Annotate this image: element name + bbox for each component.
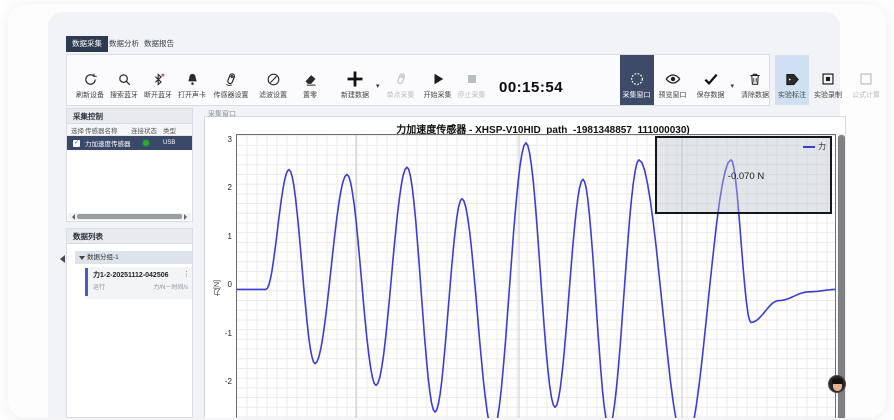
preview-window-button[interactable]: 预览窗口 [654,55,692,105]
scroll-left-arrow-icon[interactable] [69,214,75,220]
data-item-axes: 力/N－时间/s [153,282,188,291]
sensor-table-hscrollbar[interactable] [68,213,191,220]
dial-icon [266,68,281,90]
dashed-circle-icon [629,68,645,90]
bell-icon [185,68,200,90]
elapsed-timer: 00:15:54 [499,79,563,96]
capture-window-button[interactable]: 采集窗口 [620,55,654,105]
collect-control-panel: 采集控制 选择 传感器名称 连接状态 类型 ✓ 力加速度传感器 USB [66,108,193,222]
eraser-icon [303,68,318,90]
hand-icon [393,68,409,90]
legend-line-swatch [803,146,815,148]
sensor-type: USB [163,140,175,146]
collect-control-title: 采集控制 [67,109,192,124]
refresh-device-button[interactable]: 刷新设备 [73,55,107,105]
tab-data-report[interactable]: 数据报告 [138,36,180,52]
refresh-icon [83,68,98,90]
data-group-label: 数据分组-1 [87,254,119,261]
search-icon [117,68,132,90]
data-item-title: 力1-2-20251112-042506 [93,270,169,280]
disconnect-bluetooth-button[interactable]: 断开蓝牙 [141,55,175,105]
data-list-title: 数据列表 [67,229,192,244]
col-conn-status: 连接状态 [131,125,163,135]
legend-series-label: 力 [818,141,826,152]
y-tick-label: -1 [214,329,232,338]
save-data-dropdown-caret[interactable]: ▾ [731,70,735,90]
data-item-menu-icon[interactable]: ⋮ [183,270,190,278]
chevron-down-icon [79,256,85,260]
frame-icon [859,68,873,90]
data-group-row[interactable]: 数据分组-1 [75,251,192,264]
sensor-name: 力加速度传感器 [85,138,135,148]
capture-window-group-label: 采集窗口 [205,109,239,119]
clear-data-button[interactable]: 清除数据 [735,55,775,105]
record-frame-icon [821,68,835,90]
value-annotation: -0.070 N [708,171,784,182]
hscroll-thumb[interactable] [77,214,182,219]
stop-collect-button[interactable]: 停止采集 [455,55,489,105]
avatar-floating-button[interactable] [828,375,846,393]
filter-settings-button[interactable]: 滤波设置 [253,55,293,105]
save-data-button[interactable]: 保存数据 [692,55,730,105]
avatar-hair-icon [832,378,843,384]
play-icon [431,68,445,90]
eye-icon [665,68,681,90]
panel-collapse-handle[interactable] [60,255,65,263]
new-data-button[interactable]: 新建数据 [335,55,375,105]
check-icon [703,68,719,90]
experiment-record-button[interactable]: 实验录制 [809,55,847,105]
sensor-row[interactable]: ✓ 力加速度传感器 USB [67,136,192,150]
sensor-checkbox[interactable]: ✓ [73,140,80,147]
data-item-accent [85,268,88,296]
app-window: 数据采集 数据分析 数据报告 刷新设备 搜索蓝牙 断开蓝牙 打开声卡 传感器设置… [8,4,886,418]
tag-icon [785,68,800,90]
y-tick-label: -2 [214,377,232,386]
chart-legend: 力 [803,141,826,152]
y-tick-label: 2 [214,183,232,192]
trash-icon [748,68,762,90]
formula-calc-button[interactable]: 公式计算 [847,55,885,105]
sensor-table-header: 选择 传感器名称 连接状态 类型 [67,124,192,136]
search-bluetooth-button[interactable]: 搜索蓝牙 [107,55,141,105]
single-point-collect-button[interactable]: 单点采集 [381,55,421,105]
open-soundcard-button[interactable]: 打开声卡 [175,55,209,105]
y-tick-label: 1 [214,232,232,241]
stop-icon [466,68,478,90]
bluetooth-off-icon [151,68,166,90]
new-data-dropdown-caret[interactable]: ▾ [376,70,380,90]
y-axis-label: 力[N] [213,280,223,296]
data-item-status: 运行 [93,282,105,291]
data-item-card[interactable]: 力1-2-20251112-042506 运行 力/N－时间/s ⋮ [85,267,192,299]
tab-data-collect[interactable]: 数据采集 [66,36,108,52]
plus-icon [345,68,365,90]
y-tick-label: 3 [214,135,232,144]
data-list-panel: 数据列表 数据分组-1 力1-2-20251112-042506 运行 力/N－… [66,228,193,418]
sensor-icon [223,68,239,90]
col-sensor-name: 传感器名称 [85,125,131,135]
scroll-right-arrow-icon[interactable] [184,214,190,220]
toolbar: 刷新设备 搜索蓝牙 断开蓝牙 打开声卡 传感器设置 滤波设置 置零 新建数据 [66,54,770,106]
zero-button[interactable]: 置零 [293,55,327,105]
connection-status-dot [143,140,149,146]
start-collect-button[interactable]: 开始采集 [421,55,455,105]
sensor-settings-button[interactable]: 传感器设置 [209,55,253,105]
experiment-annotation-button[interactable]: 实验标注 [775,55,809,105]
col-type: 类型 [163,125,176,135]
col-select: 选择 [67,125,85,135]
